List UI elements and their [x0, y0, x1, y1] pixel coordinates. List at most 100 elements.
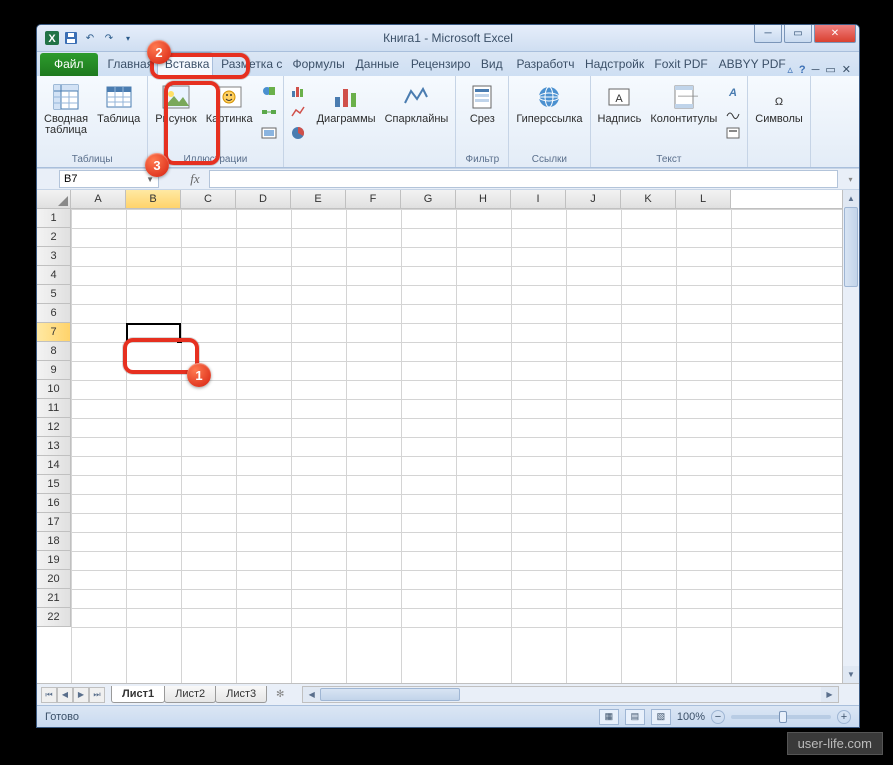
shapes-icon[interactable] [260, 82, 278, 100]
col-header-L[interactable]: L [676, 190, 731, 208]
row-header-7[interactable]: 7 [37, 323, 71, 342]
tab-formulas[interactable]: Формулы [284, 52, 347, 76]
formula-bar[interactable] [209, 170, 838, 188]
row-header-3[interactable]: 3 [37, 247, 71, 266]
row-header-9[interactable]: 9 [37, 361, 71, 380]
sheet-tab-3[interactable]: Лист3 [215, 686, 267, 703]
minimize-ribbon-icon[interactable]: ▵ [787, 63, 793, 76]
charts-button[interactable]: Диаграммы [314, 79, 379, 127]
picture-button[interactable]: Рисунок [152, 79, 200, 127]
sheet-last-icon[interactable]: ⏭ [89, 687, 105, 703]
row-header-4[interactable]: 4 [37, 266, 71, 285]
row-header-18[interactable]: 18 [37, 532, 71, 551]
name-box[interactable]: B7 ▼ [59, 170, 159, 188]
col-header-G[interactable]: G [401, 190, 456, 208]
column-chart-icon[interactable] [289, 82, 307, 100]
col-header-F[interactable]: F [346, 190, 401, 208]
sparklines-button[interactable]: Спарклайны [382, 79, 452, 127]
tab-file[interactable]: Файл [40, 53, 98, 76]
slicer-button[interactable]: Срез [460, 79, 504, 127]
mdi-close-icon[interactable]: ✕ [842, 63, 851, 76]
hscroll-thumb[interactable] [320, 688, 460, 701]
row-header-14[interactable]: 14 [37, 456, 71, 475]
signature-icon[interactable] [724, 103, 742, 121]
row-header-12[interactable]: 12 [37, 418, 71, 437]
scroll-left-icon[interactable]: ◀ [303, 687, 320, 702]
excel-icon[interactable]: X [44, 30, 60, 46]
view-break-icon[interactable]: ▧ [651, 709, 671, 725]
save-icon[interactable] [63, 30, 79, 46]
hyperlink-button[interactable]: Гиперссылка [513, 79, 585, 127]
row-header-5[interactable]: 5 [37, 285, 71, 304]
row-header-2[interactable]: 2 [37, 228, 71, 247]
screenshot-icon[interactable] [260, 124, 278, 142]
redo-icon[interactable]: ↷ [101, 30, 117, 46]
col-header-H[interactable]: H [456, 190, 511, 208]
wordart-icon[interactable]: A [724, 82, 742, 100]
scroll-down-icon[interactable]: ▼ [843, 666, 859, 683]
row-header-11[interactable]: 11 [37, 399, 71, 418]
zoom-in-button[interactable]: + [837, 710, 851, 724]
col-header-K[interactable]: K [621, 190, 676, 208]
zoom-value[interactable]: 100% [677, 711, 705, 723]
object-icon[interactable] [724, 124, 742, 142]
col-header-B[interactable]: B [126, 190, 181, 208]
tab-foxit[interactable]: Foxit PDF [646, 52, 710, 76]
symbols-button[interactable]: Ω Символы [752, 79, 806, 127]
new-sheet-icon[interactable]: ✻ [270, 687, 290, 703]
col-header-D[interactable]: D [236, 190, 291, 208]
mdi-restore-icon[interactable]: ▭ [825, 63, 835, 76]
fx-button[interactable]: fx [183, 170, 207, 188]
col-header-J[interactable]: J [566, 190, 621, 208]
tab-layout[interactable]: Разметка с [213, 52, 284, 76]
active-cell[interactable] [126, 323, 181, 342]
qat-dropdown-icon[interactable]: ▾ [120, 30, 136, 46]
row-header-1[interactable]: 1 [37, 209, 71, 228]
close-button[interactable]: ✕ [814, 25, 856, 43]
col-header-I[interactable]: I [511, 190, 566, 208]
zoom-slider-thumb[interactable] [779, 711, 787, 723]
col-header-C[interactable]: C [181, 190, 236, 208]
col-header-A[interactable]: A [71, 190, 126, 208]
scroll-up-icon[interactable]: ▲ [843, 190, 859, 207]
tab-data[interactable]: Данные [348, 52, 403, 76]
row-header-20[interactable]: 20 [37, 570, 71, 589]
pivot-table-button[interactable]: Сводная таблица [41, 79, 91, 138]
row-header-15[interactable]: 15 [37, 475, 71, 494]
table-button[interactable]: Таблица [94, 79, 143, 127]
textbox-button[interactable]: A Надпись [595, 79, 645, 127]
cells-area[interactable] [71, 209, 859, 683]
tab-addins[interactable]: Надстройк [577, 52, 646, 76]
row-header-6[interactable]: 6 [37, 304, 71, 323]
vscroll-thumb[interactable] [844, 207, 858, 287]
minimize-button[interactable]: ─ [754, 25, 782, 43]
row-header-19[interactable]: 19 [37, 551, 71, 570]
row-header-16[interactable]: 16 [37, 494, 71, 513]
row-header-13[interactable]: 13 [37, 437, 71, 456]
maximize-button[interactable]: ▭ [784, 25, 812, 43]
sheet-first-icon[interactable]: ⏮ [41, 687, 57, 703]
horizontal-scrollbar[interactable]: ◀ ▶ [302, 686, 839, 703]
header-footer-button[interactable]: ――― Колонтитулы [647, 79, 720, 127]
undo-icon[interactable]: ↶ [82, 30, 98, 46]
sheet-tab-1[interactable]: Лист1 [111, 686, 165, 703]
mdi-minimize-icon[interactable]: ─ [812, 64, 820, 76]
zoom-slider[interactable] [731, 715, 831, 719]
sheet-tab-2[interactable]: Лист2 [164, 686, 216, 703]
zoom-out-button[interactable]: − [711, 710, 725, 724]
tab-view[interactable]: Вид [473, 52, 509, 76]
pie-chart-icon[interactable] [289, 124, 307, 142]
scroll-right-icon[interactable]: ▶ [821, 687, 838, 702]
row-header-21[interactable]: 21 [37, 589, 71, 608]
line-chart-icon[interactable] [289, 103, 307, 121]
sheet-prev-icon[interactable]: ◀ [57, 687, 73, 703]
formula-bar-expand-icon[interactable]: ▾ [842, 175, 859, 184]
help-icon[interactable]: ? [799, 64, 806, 76]
view-layout-icon[interactable]: ▤ [625, 709, 645, 725]
row-header-17[interactable]: 17 [37, 513, 71, 532]
vertical-scrollbar[interactable]: ▲ ▼ [842, 190, 859, 683]
row-header-8[interactable]: 8 [37, 342, 71, 361]
tab-developer[interactable]: Разработч [509, 52, 577, 76]
col-header-E[interactable]: E [291, 190, 346, 208]
view-normal-icon[interactable]: ▦ [599, 709, 619, 725]
